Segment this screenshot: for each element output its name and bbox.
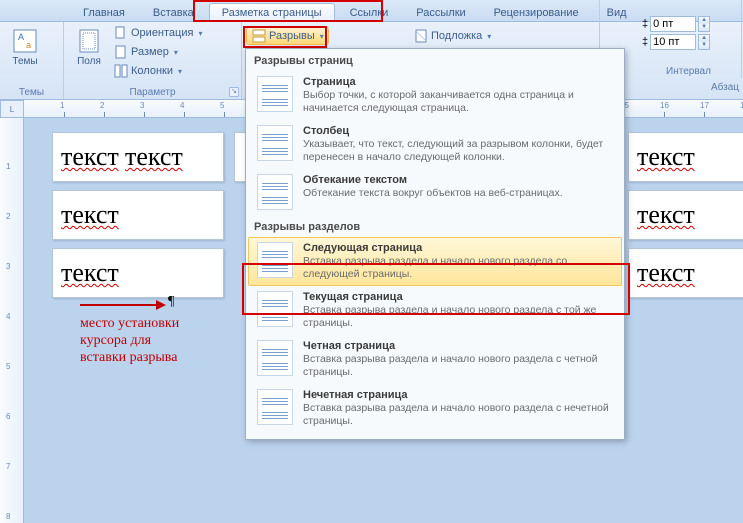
tab-insert[interactable]: Вставка [140, 3, 207, 21]
section-break-continuous[interactable]: Текущая страницаВставка разрыва раздела … [248, 286, 622, 335]
spinner-arrows[interactable]: ▲▼ [698, 34, 710, 50]
spacing-before[interactable]: ‡ ▲▼ [642, 16, 735, 32]
vertical-ruler[interactable]: 12345678 [0, 118, 24, 523]
spacing-after-icon: ‡ [642, 36, 648, 48]
page-fragment: текст [628, 248, 743, 298]
section-next-icon [257, 242, 293, 278]
breaks-button[interactable]: Разрывы ▾ [246, 27, 329, 45]
columns-label: Колонки [131, 65, 173, 77]
break-wrap-icon [257, 174, 293, 210]
page-fragment: текст [52, 248, 224, 298]
section-break-odd-page[interactable]: Нечетная страницаВставка разрыва раздела… [248, 384, 622, 433]
themes-button[interactable]: Aa Темы [6, 24, 44, 86]
spinner-arrows[interactable]: ▲▼ [698, 16, 710, 32]
break-page-icon [257, 76, 293, 112]
group-themes-label: Темы [6, 86, 57, 99]
ribbon-tabs: Главная Вставка Разметка страницы Ссылки… [0, 0, 743, 22]
breaks-dropdown: Разрывы страниц СтраницаВыбор точки, с к… [245, 48, 625, 440]
watermark-button[interactable]: Подложка ▾ [410, 27, 494, 45]
orientation-button[interactable]: Ориентация ▾ [110, 24, 205, 42]
themes-label: Темы [12, 56, 37, 67]
themes-icon: Aa [11, 27, 39, 55]
menu-section-page-breaks: Разрывы страниц [246, 49, 624, 71]
tab-page-layout[interactable]: Разметка страницы [209, 3, 335, 21]
margins-label: Поля [77, 56, 101, 67]
pilcrow-mark: ¶ [168, 294, 174, 310]
orientation-label: Ориентация [131, 27, 193, 39]
page-setup-launcher[interactable]: ↘ [229, 87, 239, 97]
break-page[interactable]: СтраницаВыбор точки, с которой заканчива… [248, 71, 622, 120]
menu-section-section-breaks: Разрывы разделов [246, 215, 624, 237]
watermark-icon [413, 29, 428, 44]
spacing-before-icon: ‡ [642, 18, 648, 30]
columns-button[interactable]: Колонки ▾ [110, 62, 205, 80]
section-break-next-page[interactable]: Следующая страницаВставка разрыва раздел… [248, 237, 622, 286]
margins-icon [75, 27, 103, 55]
spacing-after-input[interactable] [650, 34, 696, 50]
spacing-after[interactable]: ‡ ▲▼ [642, 34, 735, 50]
section-break-even-page[interactable]: Четная страницаВставка разрыва раздела и… [248, 335, 622, 384]
spacing-before-input[interactable] [650, 16, 696, 32]
annotation-text: место установкикурсора длявставки разрыв… [80, 315, 179, 366]
page-fragment: текст [628, 190, 743, 240]
margins-button[interactable]: Поля [70, 24, 108, 86]
watermark-label: Подложка [431, 30, 482, 42]
break-text-wrapping[interactable]: Обтекание текстомОбтекание текста вокруг… [248, 169, 622, 215]
page-fragment: текст [628, 132, 743, 182]
section-even-icon [257, 340, 293, 376]
section-odd-icon [257, 389, 293, 425]
tab-home[interactable]: Главная [70, 3, 138, 21]
chevron-down-icon: ▾ [487, 32, 491, 41]
ruler-corner[interactable]: L [0, 100, 24, 118]
chevron-down-icon: ▾ [198, 29, 202, 38]
columns-icon [113, 64, 128, 79]
group-spacing-label: Интервал [642, 65, 735, 78]
page-fragment: текст [52, 190, 224, 240]
breaks-icon [251, 29, 266, 44]
svg-text:A: A [18, 32, 24, 42]
size-label: Размер [131, 46, 169, 58]
svg-text:a: a [26, 40, 31, 50]
section-cont-icon [257, 291, 293, 327]
chevron-down-icon: ▾ [174, 48, 178, 57]
breaks-label: Разрывы [269, 30, 315, 42]
size-icon [113, 45, 128, 60]
break-column-icon [257, 125, 293, 161]
group-pagesetup-label: Параметр [70, 86, 235, 99]
size-button[interactable]: Размер ▾ [110, 43, 205, 61]
tab-mailings[interactable]: Рассылки [403, 3, 478, 21]
chevron-down-icon: ▾ [320, 32, 324, 41]
chevron-down-icon: ▾ [178, 67, 182, 76]
annotation-arrow [80, 298, 166, 312]
group-paragraph-label: Абзац [711, 82, 739, 93]
tab-references[interactable]: Ссылки [337, 3, 402, 21]
break-column[interactable]: СтолбецУказывает, что текст, следующий з… [248, 120, 622, 169]
tab-view[interactable]: Вид [594, 3, 640, 21]
orientation-icon [113, 26, 128, 41]
